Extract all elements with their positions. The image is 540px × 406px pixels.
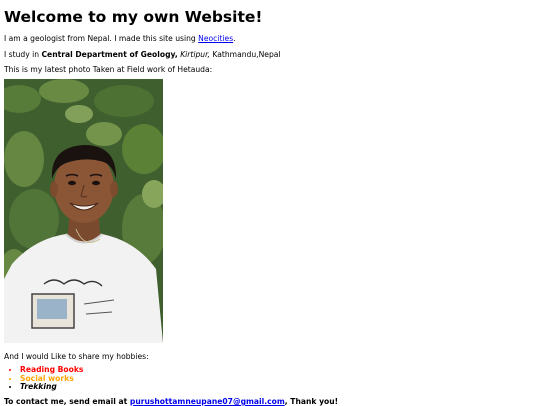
hobby-label: Trekking [20, 382, 57, 391]
hobbies-list: Reading Books Social works Trekking [4, 365, 83, 392]
intro-text: I am a geologist from Nepal. I made this… [4, 34, 196, 43]
study-prefix: I study in [4, 50, 40, 59]
profile-photo [4, 79, 163, 343]
neocities-link[interactable]: Neocities [198, 34, 233, 43]
intro-period: . [233, 34, 236, 43]
hobbies-intro: And I would Like to share my hobbies: [4, 352, 149, 361]
study-city: Kathmandu,Nepal [212, 50, 281, 59]
hobby-item: Trekking [20, 382, 83, 392]
study-paragraph: I study in Central Department of Geology… [4, 50, 281, 59]
page-title: Welcome to my own Website! [4, 8, 263, 26]
photo-caption: This is my latest photo Taken at Field w… [4, 65, 213, 74]
intro-paragraph: I am a geologist from Nepal. I made this… [4, 34, 236, 43]
study-place: Kirtipur, [180, 50, 210, 59]
study-department: Central Department of Geology, [41, 50, 178, 59]
